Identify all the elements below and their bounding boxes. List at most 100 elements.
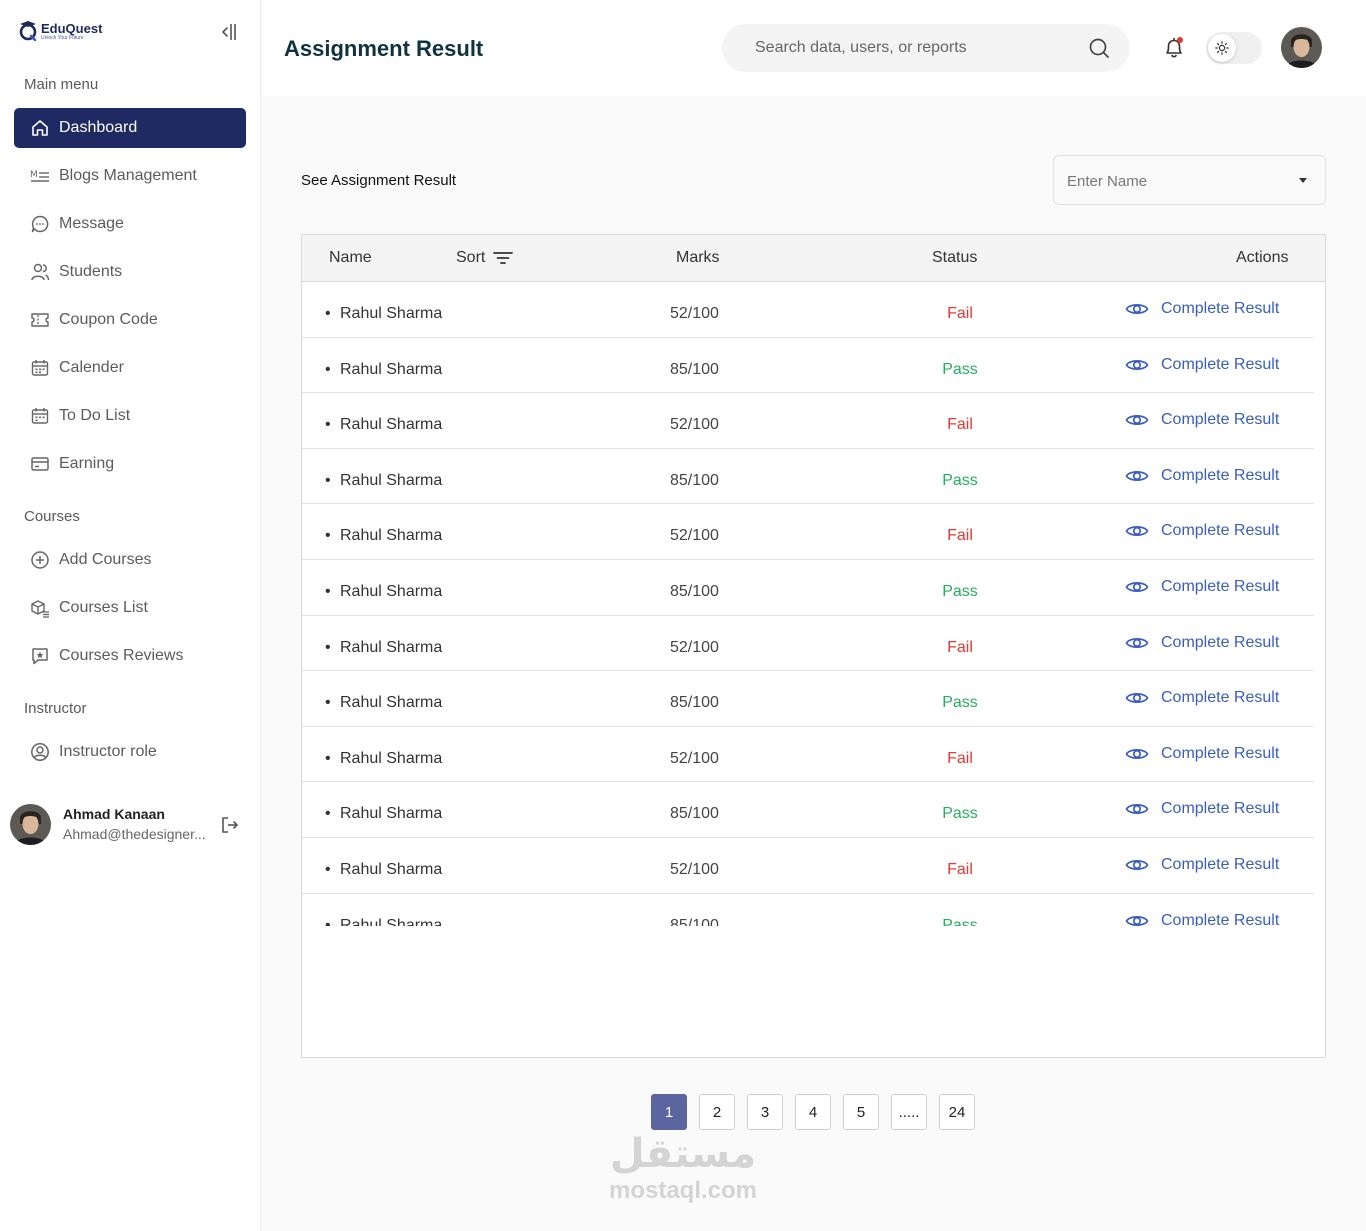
complete-result-link[interactable]: Complete Result (1125, 912, 1279, 926)
notification-dot (1177, 37, 1183, 43)
sidebar-item-coupon-code[interactable]: Coupon Code (14, 300, 246, 340)
complete-result-label: Complete Result (1161, 855, 1280, 873)
sidebar-item-calender[interactable]: Calender (14, 348, 246, 388)
student-name: Rahul Sharma (325, 416, 442, 434)
user-name: Ahmad Kanaan (63, 806, 165, 822)
column-header-marks: Marks (676, 249, 720, 266)
student-marks: 85/100 (670, 582, 719, 600)
table-body[interactable]: Rahul Sharma52/100FailComplete ResultRah… (302, 282, 1325, 926)
main-menu-label: Main menu (24, 76, 99, 93)
search-icon[interactable] (1088, 37, 1110, 59)
notification-bell-icon[interactable] (1163, 36, 1185, 60)
users-icon (31, 263, 50, 281)
student-name: Rahul Sharma (325, 305, 442, 323)
sidebar-item-earning[interactable]: Earning (14, 444, 246, 484)
student-marks: 85/100 (670, 694, 719, 712)
table-row: Rahul Sharma 85/100 Pass Complete Result (302, 560, 1314, 616)
sidebar-item-courses-reviews[interactable]: Courses Reviews (14, 636, 246, 676)
page-title: Assignment Result (284, 36, 484, 61)
logo-name: EduQuest (41, 20, 103, 36)
status-badge: Pass (942, 694, 978, 712)
table-row: Rahul Sharma 85/100 Pass Complete Result (302, 338, 1314, 394)
complete-result-link[interactable]: Complete Result (1125, 300, 1279, 318)
avatar-portrait-icon (1281, 27, 1322, 68)
eye-icon (1125, 915, 1149, 926)
status-badge: Pass (942, 805, 978, 823)
sidebar-item-students[interactable]: Students (14, 252, 246, 292)
eye-icon (1125, 693, 1149, 704)
status-badge: Fail (947, 749, 973, 767)
page-button[interactable]: 24 (939, 1094, 975, 1130)
blog-icon: M (30, 170, 49, 182)
complete-result-link[interactable]: Complete Result (1125, 578, 1279, 596)
student-name: Rahul Sharma (325, 805, 442, 823)
logo[interactable]: EduQuest Unlock Your Future (18, 20, 102, 42)
complete-result-link[interactable]: Complete Result (1125, 411, 1279, 429)
complete-result-link[interactable]: Complete Result (1125, 856, 1279, 874)
chat-icon (31, 215, 49, 233)
column-header-status: Status (932, 249, 978, 266)
table-row: Rahul Sharma 85/100 Pass Complete Result (302, 671, 1314, 727)
sort-button[interactable]: Sort (456, 249, 514, 267)
complete-result-label: Complete Result (1161, 466, 1280, 484)
name-select-dropdown[interactable]: Enter Name (1053, 155, 1326, 205)
eye-icon (1125, 859, 1149, 870)
student-name: Rahul Sharma (325, 750, 442, 768)
sidebar-item-message[interactable]: Message (14, 204, 246, 244)
svg-text:M: M (30, 170, 38, 180)
complete-result-link[interactable]: Complete Result (1125, 800, 1279, 818)
student-marks: 52/100 (670, 860, 719, 878)
avatar[interactable] (10, 804, 51, 845)
top-header: Assignment Result (262, 0, 1366, 96)
calendar-icon (31, 360, 49, 376)
student-name: Rahul Sharma (325, 361, 442, 379)
table-row: Rahul Sharma 52/100 Fail Complete Result (302, 838, 1314, 894)
complete-result-link[interactable]: Complete Result (1125, 689, 1279, 707)
eye-icon (1125, 526, 1149, 537)
pagination-ellipsis[interactable]: ..... (891, 1094, 927, 1130)
sidebar-item-instructor-role[interactable]: Instructor role (14, 732, 246, 772)
status-badge: Fail (947, 527, 973, 545)
page-button[interactable]: 5 (843, 1094, 879, 1130)
sidebar-item-label: Courses Reviews (59, 647, 184, 664)
name-select-placeholder: Enter Name (1067, 173, 1148, 190)
sort-label: Sort (456, 249, 486, 266)
search-input[interactable] (755, 24, 1075, 72)
status-badge: Fail (947, 638, 973, 656)
page-button[interactable]: 3 (747, 1094, 783, 1130)
pagination: 1 2 3 4 5..... 24 (651, 1094, 975, 1130)
logo-icon (19, 21, 37, 42)
filter-lines-icon (493, 252, 514, 264)
page-button[interactable]: 1 (651, 1094, 687, 1130)
complete-result-link[interactable]: Complete Result (1125, 467, 1279, 485)
sidebar-item-add-courses[interactable]: Add Courses (14, 540, 246, 580)
complete-result-label: Complete Result (1161, 355, 1280, 373)
box-list-icon (31, 600, 49, 618)
sidebar-item-label: To Do List (59, 407, 131, 424)
complete-result-link[interactable]: Complete Result (1125, 745, 1279, 763)
theme-toggle[interactable] (1206, 32, 1262, 64)
status-badge: Pass (942, 916, 978, 926)
complete-result-label: Complete Result (1161, 911, 1280, 926)
table-row: Rahul Sharma 85/100 Pass Complete Result (302, 782, 1314, 838)
sidebar-item-label: Message (59, 215, 124, 232)
sidebar-item-courses-list[interactable]: Courses List (14, 588, 246, 628)
sidebar-item-label: Add Courses (59, 551, 152, 568)
complete-result-link[interactable]: Complete Result (1125, 356, 1279, 374)
eye-icon (1125, 748, 1149, 759)
sidebar-item-dashboard[interactable]: Dashboard (14, 108, 246, 148)
student-marks: 85/100 (670, 471, 719, 489)
status-badge: Pass (942, 471, 978, 489)
complete-result-link[interactable]: Complete Result (1125, 634, 1279, 652)
complete-result-link[interactable]: Complete Result (1125, 522, 1279, 540)
sidebar-item-blogs-management[interactable]: M Blogs Management (14, 156, 246, 196)
page-button[interactable]: 2 (699, 1094, 735, 1130)
sidebar-item-to-do-list[interactable]: To Do List (14, 396, 246, 436)
table-row: Rahul Sharma 52/100 Fail Complete Result (302, 727, 1314, 783)
logout-icon[interactable] (220, 815, 240, 835)
header-avatar[interactable] (1281, 27, 1322, 68)
search-bar[interactable] (722, 24, 1130, 72)
page-button[interactable]: 4 (795, 1094, 831, 1130)
collapse-sidebar-icon[interactable] (219, 22, 239, 42)
sidebar-item-label: Coupon Code (59, 311, 158, 328)
